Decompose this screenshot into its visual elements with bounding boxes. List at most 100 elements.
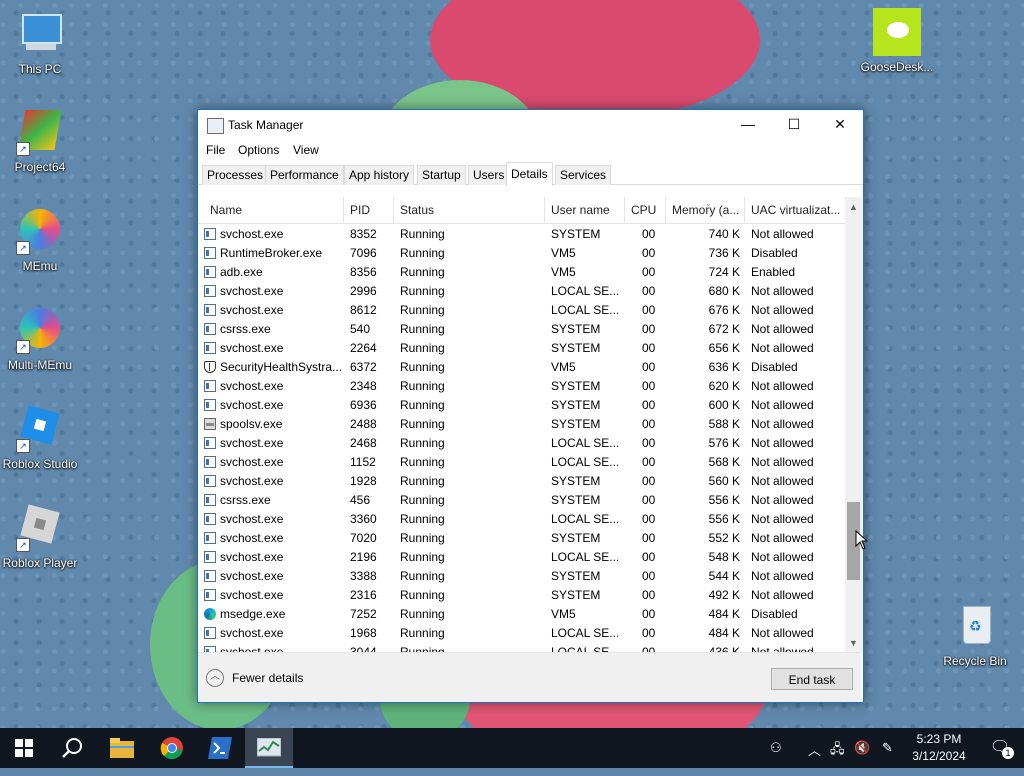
tab-users[interactable]: Users — [468, 165, 510, 185]
tab-app-history[interactable]: App history — [344, 165, 415, 185]
cell-user: SYSTEM — [551, 569, 601, 583]
cell-cpu: 00 — [642, 645, 656, 652]
volume-muted-icon[interactable]: 🔇 — [854, 740, 870, 756]
tab-details[interactable]: Details — [506, 162, 553, 186]
table-row[interactable]: svchost.exe 2468 Running LOCAL SE... 00 576 K… — [198, 434, 845, 453]
cell-user: SYSTEM — [551, 588, 601, 602]
cell-user: LOCAL SE... — [551, 303, 620, 317]
table-row[interactable]: svchost.exe 8352 Running SYSTEM 00 740 K Not a… — [198, 225, 845, 244]
menu-bar: File Options View — [198, 140, 863, 162]
column-header-user-name[interactable]: User name — [545, 197, 625, 223]
cell-name: csrss.exe — [220, 493, 271, 507]
cell-cpu: 00 — [642, 512, 656, 526]
cell-mem: 436 K — [708, 645, 740, 652]
file-explorer-icon[interactable] — [98, 728, 146, 768]
scroll-down-arrow-icon[interactable]: ▼ — [845, 635, 862, 652]
notification-center-icon[interactable]: 🗨 1 — [976, 728, 1024, 768]
table-row[interactable]: svchost.exe 2196 Running LOCAL SE... 00 548 K… — [198, 548, 845, 567]
system-clock[interactable]: 5:23 PM 3/12/2024 — [906, 731, 972, 765]
table-row[interactable]: adb.exe 8356 Running VM5 00 724 K Enabled — [198, 263, 845, 282]
table-row[interactable]: svchost.exe 1968 Running LOCAL SE... 00 484 K… — [198, 624, 845, 643]
cell-pid: 2264 — [350, 341, 377, 355]
table-row[interactable]: SecurityHealthSystra... 6372 Running VM5 00 6… — [198, 358, 845, 377]
table-row[interactable]: RuntimeBroker.exe 7096 Running VM5 00 736 K Di… — [198, 244, 845, 263]
desktop-icon-multi-memu[interactable]: ↗ Multi-MEmu — [0, 306, 80, 372]
column-header-status[interactable]: Status — [394, 197, 545, 223]
table-row[interactable]: svchost.exe 3360 Running LOCAL SE... 00 556 K… — [198, 510, 845, 529]
table-row[interactable]: svchost.exe 3044 Running LOCAL SE... 00 436 K… — [198, 643, 845, 652]
cell-cpu: 00 — [642, 303, 656, 317]
cell-mem: 560 K — [708, 474, 740, 488]
people-icon[interactable]: ⚇ — [770, 740, 782, 756]
column-header-cpu[interactable]: CPU — [625, 197, 666, 223]
task-manager-icon[interactable] — [245, 728, 293, 768]
desktop-icon-roblox-player[interactable]: ↗ Roblox Player — [0, 504, 80, 570]
tab-processes[interactable]: Processes — [202, 165, 269, 185]
close-button[interactable]: ✕ — [817, 110, 863, 140]
start-icon[interactable] — [0, 728, 48, 768]
desktop-icon-roblox-studio[interactable]: ↗ Roblox Studio — [0, 405, 80, 471]
table-row[interactable]: svchost.exe 6936 Running SYSTEM 00 600 K Not a… — [198, 396, 845, 415]
powershell-icon[interactable] — [196, 728, 244, 768]
process-icon — [204, 266, 216, 278]
cell-user: SYSTEM — [551, 417, 601, 431]
table-row[interactable]: svchost.exe 1152 Running LOCAL SE... 00 568 K… — [198, 453, 845, 472]
table-row[interactable]: csrss.exe 456 Running SYSTEM 00 556 K Not allo… — [198, 491, 845, 510]
desktop-icon-project64[interactable]: ↗ Project64 — [0, 108, 80, 174]
column-header-memory[interactable]: Memory (a... ⌄ — [666, 197, 745, 223]
cell-mem: 736 K — [708, 246, 740, 260]
network-icon[interactable]: 🖧 — [830, 740, 845, 762]
table-row[interactable]: svchost.exe 2316 Running SYSTEM 00 492 K Not a… — [198, 586, 845, 605]
cell-status: Running — [400, 550, 445, 564]
desktop-icon-memu[interactable]: ↗ MEmu — [0, 207, 80, 273]
cell-name: svchost.exe — [220, 379, 284, 393]
cell-cpu: 00 — [642, 341, 656, 355]
scroll-up-arrow-icon[interactable]: ▲ — [845, 199, 862, 216]
desktop-icon-this-pc[interactable]: This PC — [0, 10, 80, 76]
menu-view[interactable]: View — [293, 143, 319, 157]
chevron-up-icon[interactable]: ︿ — [808, 740, 821, 759]
column-header-uac[interactable]: UAC virtualizat... — [745, 197, 845, 223]
column-header-name[interactable]: Name — [198, 197, 344, 223]
cell-mem: 548 K — [708, 550, 740, 564]
column-header-pid[interactable]: PID — [344, 197, 394, 223]
pen-icon[interactable]: ✎ — [882, 740, 893, 756]
search-icon[interactable] — [48, 728, 96, 768]
table-row[interactable]: svchost.exe 1928 Running SYSTEM 00 560 K Not a… — [198, 472, 845, 491]
tab-services[interactable]: Services — [555, 165, 612, 185]
chrome-icon[interactable] — [148, 728, 196, 768]
end-task-button[interactable]: End task — [771, 668, 853, 690]
cell-mem: 568 K — [708, 455, 740, 469]
tab-startup[interactable]: Startup — [417, 165, 466, 185]
table-row[interactable]: svchost.exe 3388 Running SYSTEM 00 544 K Not a… — [198, 567, 845, 586]
table-row[interactable]: svchost.exe 8612 Running LOCAL SE... 00 676 K… — [198, 301, 845, 320]
cell-status: Running — [400, 455, 445, 469]
table-row[interactable]: svchost.exe 2264 Running SYSTEM 00 656 K Not a… — [198, 339, 845, 358]
menu-options[interactable]: Options — [238, 143, 279, 157]
title-bar[interactable]: Task Manager — ☐ ✕ — [198, 110, 863, 140]
table-row[interactable]: spoolsv.exe 2488 Running SYSTEM 00 588 K Not a… — [198, 415, 845, 434]
cell-cpu: 00 — [642, 436, 656, 450]
cell-cpu: 00 — [642, 493, 656, 507]
vertical-scrollbar[interactable]: ▲ ▼ — [845, 197, 862, 652]
cell-status: Running — [400, 246, 445, 260]
menu-file[interactable]: File — [206, 143, 225, 157]
desktop-icon-goosedesktop[interactable]: GooseDesk... — [857, 8, 937, 74]
maximize-button[interactable]: ☐ — [771, 110, 817, 140]
table-row[interactable]: csrss.exe 540 Running SYSTEM 00 672 K Not allo… — [198, 320, 845, 339]
cell-uac: Not allowed — [751, 645, 814, 652]
table-header: Name PID Status User name CPU Memory (a.… — [198, 197, 845, 224]
cell-cpu: 00 — [642, 322, 656, 336]
minimize-button[interactable]: — — [725, 110, 771, 140]
cell-status: Running — [400, 474, 445, 488]
cell-mem: 672 K — [708, 322, 740, 336]
desktop-icon-recycle-bin[interactable]: ♻ Recycle Bin — [935, 602, 1015, 668]
table-row[interactable]: svchost.exe 7020 Running SYSTEM 00 552 K Not a… — [198, 529, 845, 548]
cell-mem: 724 K — [708, 265, 740, 279]
table-row[interactable]: svchost.exe 2996 Running LOCAL SE... 00 680 K… — [198, 282, 845, 301]
table-row[interactable]: svchost.exe 2348 Running SYSTEM 00 620 K Not a… — [198, 377, 845, 396]
cell-cpu: 00 — [642, 398, 656, 412]
tab-performance[interactable]: Performance — [265, 165, 344, 185]
details-table: Name PID Status User name CPU Memory (a.… — [198, 197, 845, 652]
table-row[interactable]: msedge.exe 7252 Running VM5 00 484 K Disabled — [198, 605, 845, 624]
